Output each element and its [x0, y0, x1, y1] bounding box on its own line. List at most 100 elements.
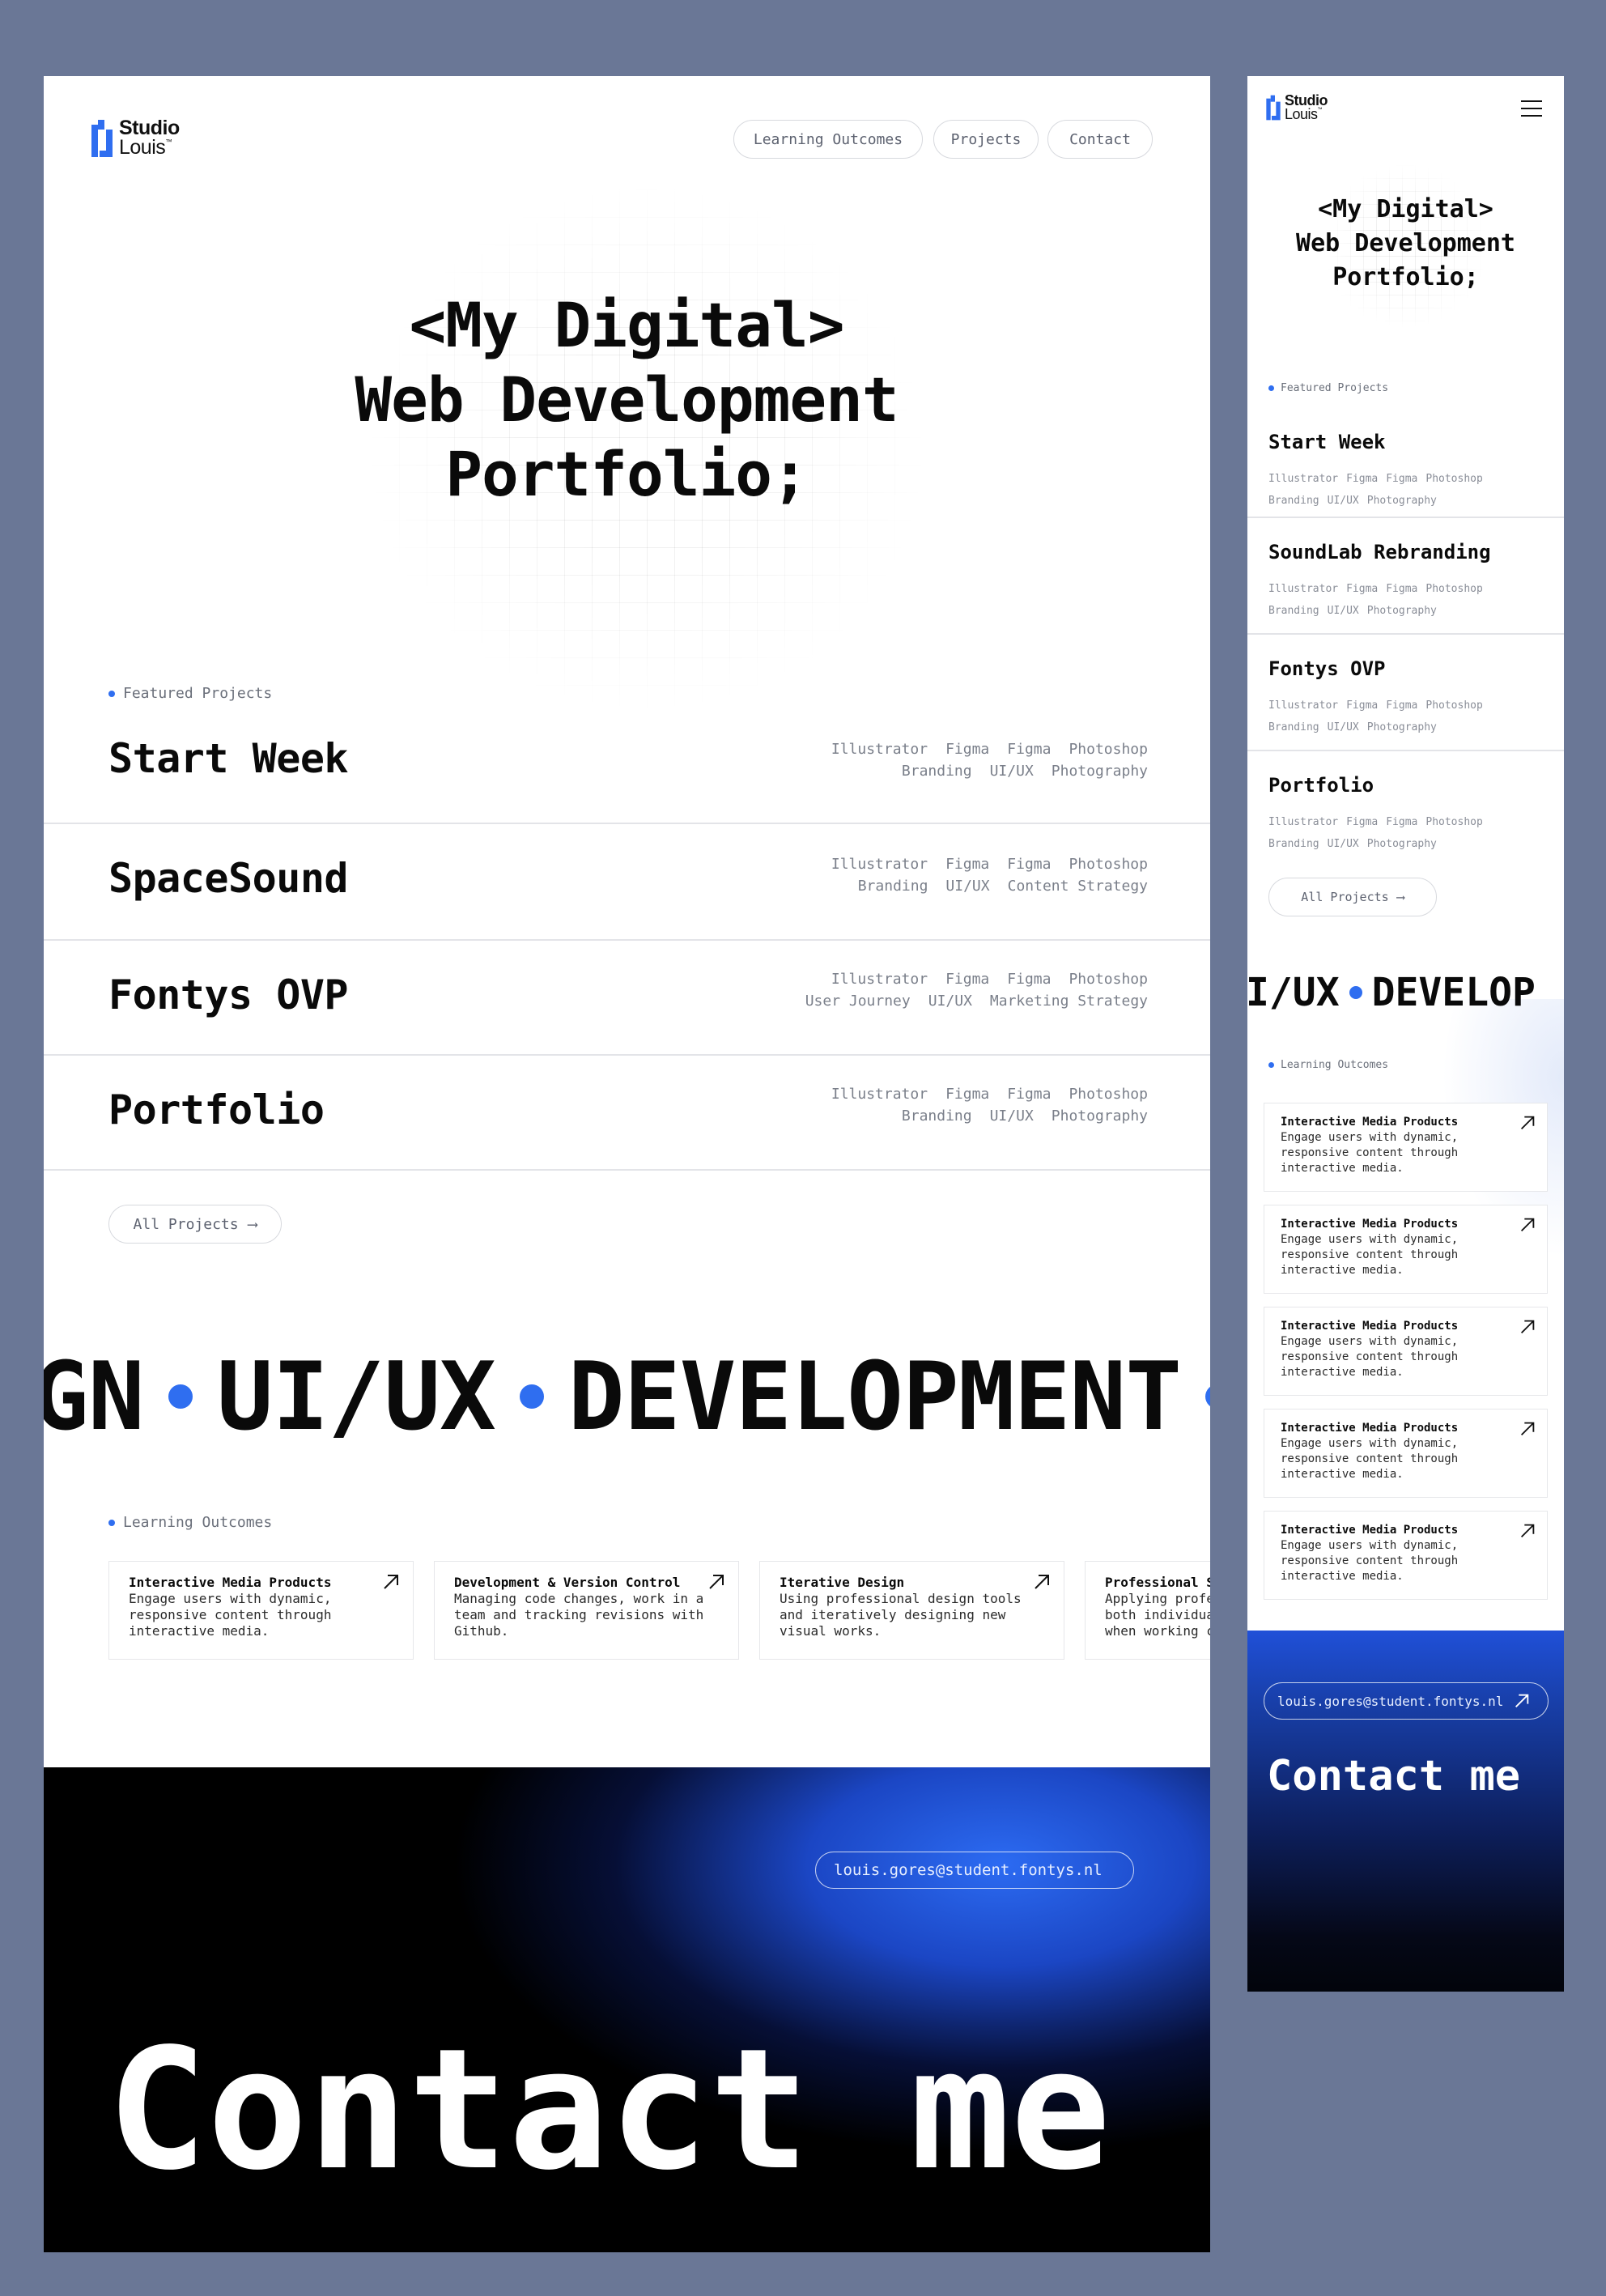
outcome-card[interactable]: Interactive Media Products Engage users …: [1264, 1511, 1548, 1600]
logo-mark-icon: [91, 120, 113, 157]
logo[interactable]: Studio Louis™: [90, 118, 180, 159]
outcome-card[interactable]: Interactive Media Products Engage users …: [1264, 1103, 1548, 1192]
tag: Figma: [1007, 741, 1052, 758]
nav-contact[interactable]: Contact: [1047, 120, 1153, 159]
arrow-up-right-icon: [384, 1575, 398, 1589]
logo-text: Studio Louis™: [119, 118, 180, 158]
project-name: Portfolio: [1268, 774, 1374, 797]
arrow-right-icon: ⟶: [248, 1215, 257, 1233]
contact-title[interactable]: Contact me: [1267, 1752, 1520, 1801]
tag: Figma: [1007, 1086, 1052, 1103]
tag: Photoshop: [1069, 971, 1148, 988]
tag: Figma: [1386, 816, 1418, 828]
email-button[interactable]: louis.gores@student.fontys.nl: [815, 1852, 1134, 1889]
contact-section: louis.gores@student.fontys.nl Contact me: [44, 1767, 1210, 2252]
tag: Photography: [1366, 495, 1437, 507]
mobile-hero-title: <My Digital> Web Development Portfolio;: [1247, 193, 1564, 295]
project-tags: Illustrator Figma Figma Photoshop Branding U…: [814, 1083, 1148, 1127]
email-address: louis.gores@student.fontys.nl: [1277, 1693, 1504, 1709]
tag: UI/UX: [945, 878, 990, 895]
marquee-dot-icon: [519, 1384, 544, 1409]
marquee-dot-icon: [1205, 1384, 1210, 1409]
tag: Photoshop: [1069, 741, 1148, 758]
tag: Content Strategy: [1007, 878, 1148, 895]
tag: Photography: [1051, 763, 1148, 780]
outcome-card-title: Professional S: [1105, 1575, 1210, 1590]
marquee-dot-icon: [1349, 986, 1362, 999]
project-tags: Illustrator Figma Figma Photoshop Branding U…: [1268, 578, 1491, 622]
tag: Branding: [901, 1108, 972, 1125]
mobile-project-row[interactable]: Fontys OVP Illustrator Figma Figma Photosho…: [1247, 636, 1564, 751]
contact-title[interactable]: Contact me: [107, 2017, 1111, 2203]
outcome-card[interactable]: Interactive Media Products Engage users …: [108, 1561, 414, 1660]
email-address: louis.gores@student.fontys.nl: [834, 1861, 1103, 1879]
outcome-card[interactable]: Development & Version Control Managing c…: [434, 1561, 739, 1660]
tag: Figma: [1386, 473, 1418, 485]
all-projects-button[interactable]: All Projects ⟶: [1268, 878, 1437, 916]
outcome-card[interactable]: Interactive Media Products Engage users …: [1264, 1409, 1548, 1498]
tag: Marketing Strategy: [989, 993, 1148, 1010]
tag: Figma: [1007, 856, 1052, 873]
project-row-spacesound[interactable]: SpaceSound Illustrator Figma Figma Photosho…: [44, 826, 1210, 941]
outcome-card-title: Development & Version Control: [454, 1575, 681, 1590]
mobile-project-row[interactable]: Start Week Illustrator Figma Figma Photosho…: [1247, 410, 1564, 518]
tag: UI/UX: [1327, 721, 1359, 733]
project-row-portfolio[interactable]: Portfolio Illustrator Figma Figma Photoshop…: [44, 1057, 1210, 1171]
arrow-up-right-icon: [1520, 1524, 1535, 1538]
marquee-word: GN: [44, 1341, 145, 1452]
tag: Figma: [1346, 583, 1379, 595]
outcome-card[interactable]: Professional S Applying profe both indiv…: [1085, 1561, 1210, 1660]
tag: Photoshop: [1425, 583, 1483, 595]
outcome-card-title: Interactive Media Products: [1281, 1422, 1459, 1435]
nav-projects[interactable]: Projects: [933, 120, 1039, 159]
outcome-card[interactable]: Iterative Design Using professional desi…: [759, 1561, 1064, 1660]
hero-line-3: Portfolio;: [1332, 263, 1479, 291]
outcome-card-title: Interactive Media Products: [1281, 1116, 1459, 1129]
outcome-card-title: Interactive Media Products: [1281, 1320, 1459, 1333]
mobile-project-row[interactable]: SoundLab Rebranding Illustrator Figma Figm…: [1247, 520, 1564, 635]
tag: Branding: [1268, 605, 1319, 617]
marquee-dot-icon: [168, 1384, 193, 1409]
tag: Illustrator: [831, 856, 928, 873]
hero-line-2: Web Development: [355, 364, 899, 436]
arrow-up-right-icon: [1035, 1575, 1049, 1589]
project-name: Fontys OVP: [1268, 657, 1386, 680]
mobile-logo[interactable]: Studio Louis™: [1265, 93, 1328, 121]
project-tags: Illustrator Figma Figma Photoshop Branding U…: [814, 853, 1148, 897]
tag: Illustrator: [831, 741, 928, 758]
all-projects-button[interactable]: All Projects ⟶: [108, 1205, 282, 1244]
tag: Figma: [1007, 971, 1052, 988]
nav-learning-outcomes[interactable]: Learning Outcomes: [733, 120, 923, 159]
hero-line-1: <My Digital>: [1318, 195, 1493, 223]
outcome-card-desc: Engage users with dynamic, responsive co…: [129, 1591, 332, 1639]
hamburger-menu-icon[interactable]: [1521, 99, 1542, 117]
tag: Photoshop: [1425, 473, 1483, 485]
project-row-start-week[interactable]: Start Week Illustrator Figma Figma Photosho…: [44, 712, 1210, 824]
tag: UI/UX: [1327, 605, 1359, 617]
mobile-contact-section: louis.gores@student.fontys.nl Contact me: [1247, 1631, 1564, 1992]
tag: Illustrator: [1268, 473, 1339, 485]
project-tags: Illustrator Figma Figma Photoshop Branding U…: [1268, 811, 1491, 855]
tag: UI/UX: [928, 993, 972, 1010]
project-row-fontys-ovp[interactable]: Fontys OVP Illustrator Figma Figma Photosho…: [44, 942, 1210, 1056]
arrow-up-right-icon: [1515, 1694, 1529, 1707]
project-name: Portfolio: [108, 1086, 325, 1133]
tag: UI/UX: [1327, 495, 1359, 507]
tag: Photography: [1366, 838, 1437, 850]
logo-mark-icon: [1266, 95, 1281, 121]
mobile-project-row[interactable]: Portfolio Illustrator Figma Figma Photoshop…: [1247, 753, 1564, 858]
email-button[interactable]: louis.gores@student.fontys.nl: [1264, 1682, 1549, 1720]
tag: UI/UX: [989, 1108, 1034, 1125]
outcome-card[interactable]: Interactive Media Products Engage users …: [1264, 1307, 1548, 1396]
outcome-card-title: Interactive Media Products: [1281, 1218, 1459, 1231]
learning-outcomes-label: Learning Outcomes: [123, 1514, 273, 1531]
outcome-card-desc: Applying profe both individua when worki…: [1105, 1591, 1210, 1639]
outcome-card[interactable]: Interactive Media Products Engage users …: [1264, 1205, 1548, 1294]
learning-outcomes-label: Learning Outcomes: [1281, 1059, 1389, 1071]
hero-line-3: Portfolio;: [445, 438, 809, 510]
arrow-up-right-icon: [1520, 1320, 1535, 1334]
marquee-word: UI/UX: [216, 1341, 496, 1452]
logo-trademark: ™: [165, 138, 172, 146]
tag: Figma: [945, 1086, 990, 1103]
outcome-card-desc: Managing code changes, work in a team an…: [454, 1591, 704, 1639]
